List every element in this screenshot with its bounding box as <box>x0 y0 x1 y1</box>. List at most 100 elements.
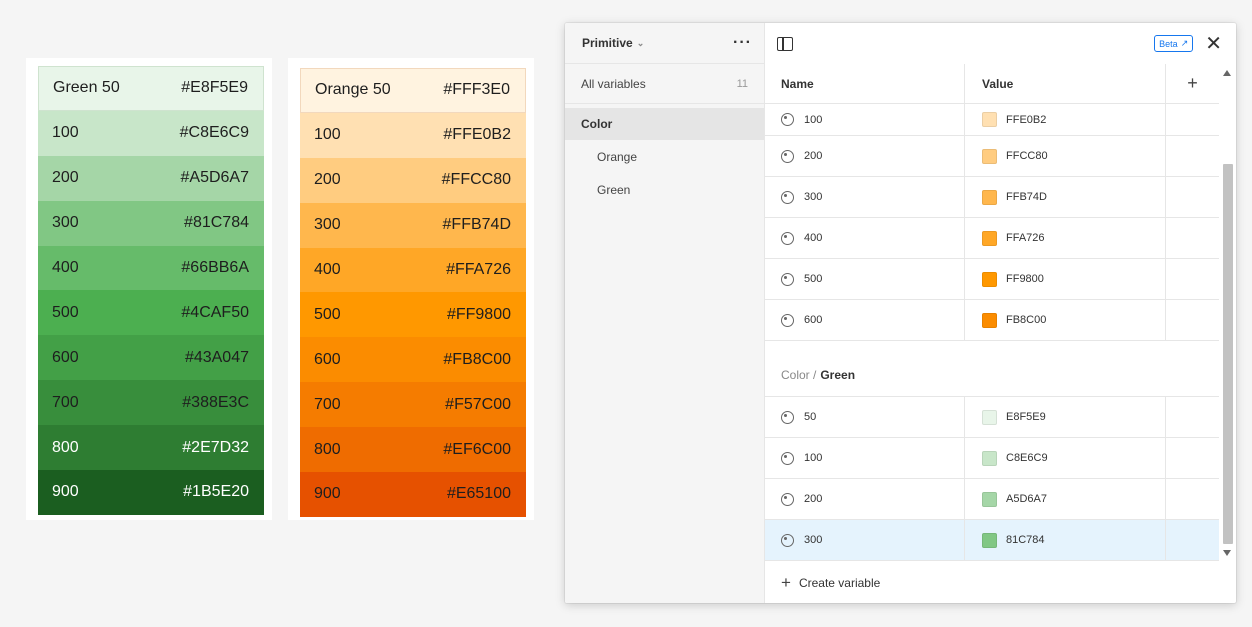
beta-badge[interactable]: Beta ↗ <box>1154 35 1194 52</box>
color-chip[interactable] <box>982 112 997 127</box>
color-swatch: 900 #1B5E20 <box>38 470 264 515</box>
variable-name: 50 <box>804 411 817 423</box>
variable-row[interactable]: 100 FFE0B2 <box>765 104 1219 136</box>
column-header-name[interactable]: Name <box>765 64 965 103</box>
color-variable-icon <box>781 533 794 547</box>
variable-name-cell[interactable]: 300 <box>765 520 965 560</box>
color-chip[interactable] <box>982 189 997 205</box>
variable-value: E8F5E9 <box>1006 411 1046 423</box>
color-chip[interactable] <box>982 230 997 246</box>
variable-row[interactable]: 200 FFCC80 <box>765 136 1219 177</box>
swatch-hex: #81C784 <box>184 214 249 232</box>
variable-row[interactable]: 100 C8E6C9 <box>765 438 1219 479</box>
swatch-label: 400 <box>52 259 79 276</box>
variable-value-cell[interactable]: FFA726 <box>965 218 1166 258</box>
variable-name-cell[interactable]: 100 <box>765 104 965 135</box>
variable-extra-cell <box>1166 520 1219 560</box>
swatch-hex: #FFCC80 <box>441 171 511 189</box>
variable-value-cell[interactable]: E8F5E9 <box>965 397 1166 437</box>
all-variables-item[interactable]: All variables 11 <box>565 64 764 104</box>
color-chip[interactable] <box>982 312 997 328</box>
variable-name-cell[interactable]: 200 <box>765 136 965 176</box>
variable-value-cell[interactable]: FFB74D <box>965 177 1166 217</box>
variable-row[interactable]: 50 E8F5E9 <box>765 397 1219 438</box>
variable-row[interactable]: 600 FB8C00 <box>765 300 1219 341</box>
variable-row[interactable]: 300 FFB74D <box>765 177 1219 218</box>
more-options-icon[interactable]: ··· <box>733 34 752 52</box>
variable-name-cell[interactable]: 600 <box>765 300 965 340</box>
variable-name: 100 <box>804 113 823 126</box>
panel-toolbar: Beta ↗ ✕ <box>765 23 1236 64</box>
collection-dropdown[interactable]: Primitive ⌄ <box>582 36 644 50</box>
color-swatch: 100 #C8E6C9 <box>38 110 264 156</box>
variable-name-cell[interactable]: 50 <box>765 397 965 437</box>
variable-value-cell[interactable]: 81C784 <box>965 520 1166 560</box>
variable-value: A5D6A7 <box>1006 493 1047 505</box>
variable-name: 500 <box>804 273 823 285</box>
color-variable-icon <box>781 149 794 163</box>
color-chip[interactable] <box>982 450 997 466</box>
variable-extra-cell <box>1166 438 1219 478</box>
scroll-up-icon[interactable] <box>1223 70 1231 76</box>
variable-value-cell[interactable]: FF9800 <box>965 259 1166 299</box>
variable-name-cell[interactable]: 300 <box>765 177 965 217</box>
green-palette-card: Green 50 #E8F5E9 100 #C8E6C9 200 #A5D6A7 300 #8… <box>26 58 272 520</box>
swatch-hex: #2E7D32 <box>182 438 249 456</box>
swatch-hex: #EF6C00 <box>443 440 511 458</box>
variable-name-cell[interactable]: 500 <box>765 259 965 299</box>
color-chip[interactable] <box>982 532 997 548</box>
swatch-label: 200 <box>314 171 341 189</box>
variable-value: FFA726 <box>1006 232 1045 244</box>
variable-value: C8E6C9 <box>1006 452 1048 464</box>
variable-name: 200 <box>804 150 823 162</box>
scroll-down-icon[interactable] <box>1223 550 1231 556</box>
swatch-hex: #FFF3E0 <box>443 81 510 99</box>
variable-name-cell[interactable]: 400 <box>765 218 965 258</box>
variable-value: FFB74D <box>1006 191 1047 203</box>
group-label: Green <box>597 182 631 197</box>
variable-extra-cell <box>1166 136 1219 176</box>
color-chip[interactable] <box>982 271 997 287</box>
color-swatch: Orange 50 #FFF3E0 <box>300 68 526 113</box>
color-chip[interactable] <box>982 491 997 507</box>
swatch-hex: #66BB6A <box>181 259 249 276</box>
variable-name-cell[interactable]: 100 <box>765 438 965 478</box>
create-variable-button[interactable]: + Create variable <box>765 562 1219 603</box>
color-swatch: 200 #FFCC80 <box>300 157 526 203</box>
color-variable-icon <box>781 190 794 204</box>
variable-value: 81C784 <box>1006 534 1045 546</box>
variable-extra-cell <box>1166 104 1219 135</box>
variable-row[interactable]: 400 FFA726 <box>765 218 1219 259</box>
variable-row[interactable]: 300 81C784 <box>765 520 1219 561</box>
swatch-hex: #FFB74D <box>442 216 511 234</box>
variable-value-cell[interactable]: FFCC80 <box>965 136 1166 176</box>
variable-row[interactable]: 500 FF9800 <box>765 259 1219 300</box>
external-link-icon: ↗ <box>1180 38 1189 48</box>
variable-value-cell[interactable]: FFE0B2 <box>965 104 1166 135</box>
group-item-orange[interactable]: Orange <box>565 140 764 173</box>
variable-value-cell[interactable]: A5D6A7 <box>965 479 1166 519</box>
group-item-green[interactable]: Green <box>565 173 764 206</box>
color-chip[interactable] <box>982 409 997 425</box>
swatch-label: 900 <box>314 485 341 503</box>
variable-name-cell[interactable]: 200 <box>765 479 965 519</box>
variable-value-cell[interactable]: C8E6C9 <box>965 438 1166 478</box>
color-chip[interactable] <box>982 148 997 164</box>
scroll-thumb[interactable] <box>1223 164 1233 544</box>
create-variable-label: Create variable <box>798 575 881 590</box>
column-header-value[interactable]: Value <box>965 64 1166 103</box>
group-item-color[interactable]: Color <box>565 108 764 140</box>
sidebar-toggle-icon[interactable] <box>777 36 793 51</box>
color-swatch: 400 #FFA726 <box>300 247 526 293</box>
swatch-label: 600 <box>52 348 79 366</box>
color-variable-icon <box>781 231 794 245</box>
variable-extra-cell <box>1166 397 1219 437</box>
vertical-scrollbar[interactable] <box>1219 64 1236 562</box>
add-mode-button[interactable]: + <box>1166 64 1219 103</box>
variable-value-cell[interactable]: FB8C00 <box>965 300 1166 340</box>
color-swatch: 700 #F57C00 <box>300 382 526 428</box>
variable-row[interactable]: 200 A5D6A7 <box>765 479 1219 520</box>
swatch-hex: #43A047 <box>184 348 249 366</box>
close-icon[interactable]: ✕ <box>1205 34 1222 54</box>
color-swatch: 500 #FF9800 <box>300 292 526 338</box>
